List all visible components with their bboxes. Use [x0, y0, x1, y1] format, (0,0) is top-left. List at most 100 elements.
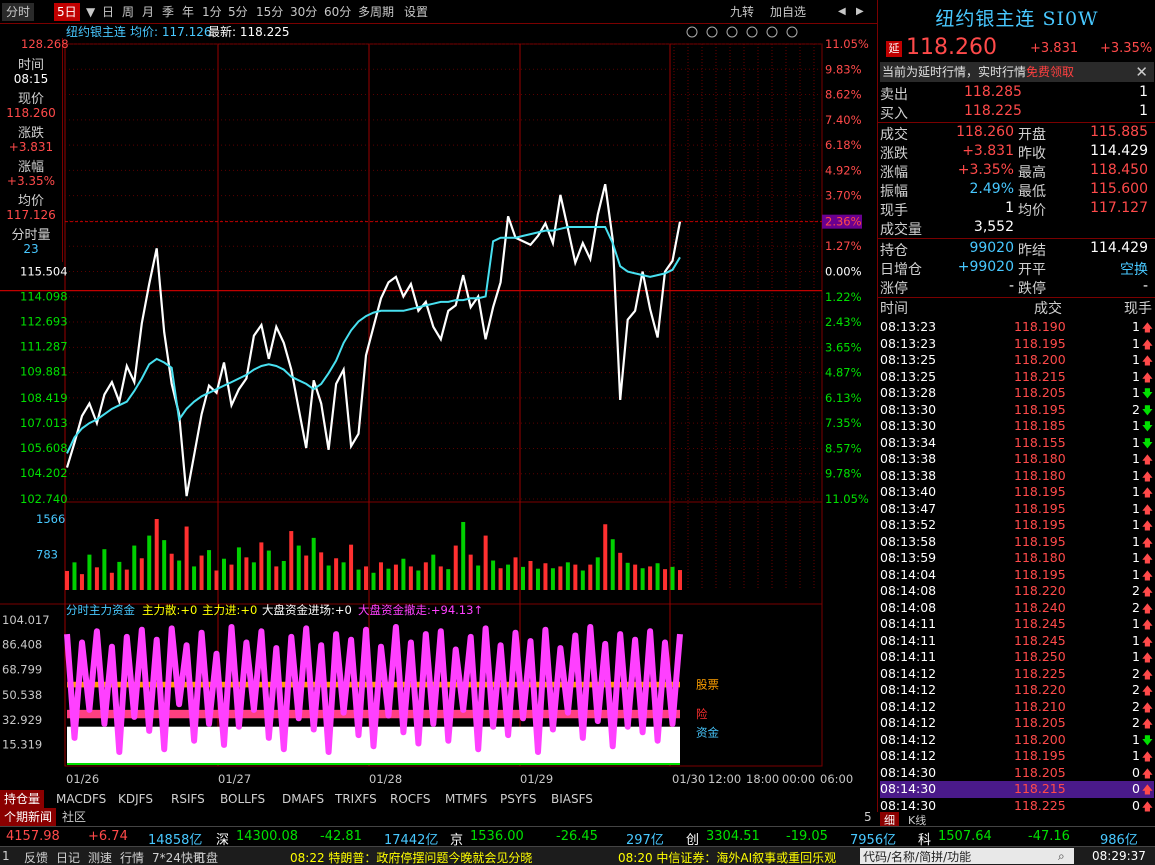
taskbar-btn-1[interactable]: 反馈: [24, 849, 48, 865]
tick-row[interactable]: 08:13:38 118.180 1 🡅: [880, 468, 1154, 485]
period-btn-11[interactable]: 30分: [290, 3, 317, 21]
period-btn-3[interactable]: 日: [102, 3, 114, 21]
tick-row[interactable]: 08:14:08 118.240 2 🡅: [880, 600, 1154, 617]
price-chart[interactable]: 纽约银主连 均价: 117.126最新: 118.225 128.268 115.50…: [0, 24, 877, 790]
toolbar-right-btn-0[interactable]: 九转: [730, 3, 754, 21]
tick-row[interactable]: 08:13:23 118.190 1 🡅: [880, 319, 1154, 336]
y-tick-right: 3.70%: [825, 189, 862, 203]
minimize-icon[interactable]: [746, 26, 758, 38]
taskbar-btn-0[interactable]: 1: [2, 849, 10, 863]
tick-row[interactable]: 08:13:40 118.195 1 🡅: [880, 484, 1154, 501]
indicator-tab-0[interactable]: 持仓量: [0, 790, 45, 808]
tick-row[interactable]: 08:13:25 118.200 1 🡅: [880, 352, 1154, 369]
period-btn-12[interactable]: 60分: [324, 3, 351, 21]
zoom-out-icon[interactable]: [786, 26, 798, 38]
taskbar-btn-6[interactable]: 盯盘: [194, 849, 218, 865]
tick-row[interactable]: 08:14:12 118.195 1 🡅: [880, 748, 1154, 765]
search-icon[interactable]: ⌕: [1058, 849, 1065, 864]
period-btn-0[interactable]: 分时: [2, 3, 35, 21]
tick-row[interactable]: 08:14:12 118.200 1 🡇: [880, 732, 1154, 749]
gear-icon[interactable]: [686, 26, 698, 38]
volume-bar: [648, 566, 653, 590]
tick-time: 08:14:12: [880, 748, 937, 763]
search-input[interactable]: 代码/名称/简拼/功能: [860, 848, 1074, 864]
taskbar-btn-3[interactable]: 测速: [88, 849, 112, 865]
tick-row[interactable]: 08:14:12 118.225 2 🡅: [880, 666, 1154, 683]
scroll-right-icon[interactable]: ▶: [856, 3, 864, 21]
tick-row[interactable]: 08:13:28 118.205 1 🡇: [880, 385, 1154, 402]
tick-row[interactable]: 08:14:08 118.220 2 🡅: [880, 583, 1154, 600]
tab-futures-news[interactable]: 个期新闻: [0, 808, 57, 826]
period-btn-9[interactable]: 5分: [228, 3, 248, 21]
tick-row[interactable]: 08:14:11 118.245 1 🡅: [880, 616, 1154, 633]
tick-row[interactable]: 08:13:47 118.195 1 🡅: [880, 501, 1154, 518]
toolbar-right-btn-1[interactable]: 加自选: [770, 3, 806, 21]
tab-community[interactable]: 社区: [62, 808, 86, 826]
close-icon[interactable]: ✕: [1135, 62, 1148, 82]
period-btn-7[interactable]: 年: [182, 3, 194, 21]
tick-qty: 1: [1132, 632, 1140, 648]
indicator-tab-8[interactable]: MTMFS: [445, 790, 487, 808]
eye-icon[interactable]: [726, 26, 738, 38]
period-btn-10[interactable]: 15分: [256, 3, 283, 21]
tick-row[interactable]: 08:13:30 118.195 2 🡇: [880, 402, 1154, 419]
tick-time: 08:14:12: [880, 698, 937, 714]
pen-icon[interactable]: [706, 26, 718, 38]
tick-row[interactable]: 08:13:23 118.195 1 🡅: [880, 336, 1154, 353]
tick-time: 08:14:12: [880, 731, 937, 747]
money-overlay-label: 股票: [696, 678, 719, 692]
tick-row[interactable]: 08:14:12 118.210 2 🡅: [880, 699, 1154, 716]
zoom-in-icon[interactable]: [766, 26, 778, 38]
quote-row: 成交 118.260 开盘 115.885: [880, 124, 1154, 143]
up-arrow-icon: 🡅: [1141, 799, 1153, 813]
period-btn-4[interactable]: 周: [122, 3, 134, 21]
tick-row[interactable]: 08:14:04 118.195 1 🡅: [880, 567, 1154, 584]
y-tick-left: 115.504: [20, 265, 68, 279]
tick-row[interactable]: 08:14:11 118.245 1 🡅: [880, 633, 1154, 650]
period-btn-13[interactable]: 多周期: [358, 3, 394, 21]
period-btn-1[interactable]: 5日: [54, 3, 80, 21]
market-status-bar: 4157.98 +6.74 14858亿深 14300.08 -42.81 17442亿京…: [0, 826, 1155, 848]
tick-time: 08:14:11: [880, 616, 937, 631]
period-btn-14[interactable]: 设置: [404, 3, 428, 21]
tick-row[interactable]: 08:14:12 118.205 2 🡅: [880, 715, 1154, 732]
free-trial-link[interactable]: 免费领取: [1026, 65, 1074, 79]
period-btn-2[interactable]: ▼: [86, 3, 95, 21]
volume-bar: [461, 521, 466, 590]
taskbar-btn-2[interactable]: 日记: [56, 849, 80, 865]
indicator-tab-3[interactable]: RSIFS: [171, 790, 205, 808]
tick-row[interactable]: 08:13:38 118.180 1 🡅: [880, 451, 1154, 468]
indicator-tab-2[interactable]: KDJFS: [118, 790, 153, 808]
tick-row[interactable]: 08:13:34 118.155 1 🡇: [880, 435, 1154, 452]
indicator-tab-5[interactable]: DMAFS: [282, 790, 324, 808]
tick-row[interactable]: 08:13:25 118.215 1 🡅: [880, 369, 1154, 386]
tick-row[interactable]: 08:14:12 118.220 2 🡅: [880, 682, 1154, 699]
tick-price: 118.180: [1014, 467, 1066, 483]
news-ticker-1[interactable]: 08:22 特朗普：政府停摆问题今晚就会见分晓: [290, 849, 532, 865]
scroll-left-icon[interactable]: ◀: [838, 3, 846, 21]
period-btn-5[interactable]: 月: [142, 3, 154, 21]
tick-row[interactable]: 08:13:58 118.195 1 🡅: [880, 534, 1154, 551]
indicator-tab-4[interactable]: BOLLFS: [220, 790, 265, 808]
period-btn-8[interactable]: 1分: [202, 3, 222, 21]
tick-row[interactable]: 08:14:11 118.250 1 🡅: [880, 649, 1154, 666]
volume-bar: [453, 545, 458, 590]
volume-label: 成交量: [880, 222, 922, 238]
tick-qty: 1: [1132, 319, 1140, 334]
indicator-tab-9[interactable]: PSYFS: [500, 790, 537, 808]
tick-price: 118.195: [1014, 533, 1066, 549]
tick-row[interactable]: 08:13:30 118.185 1 🡇: [880, 418, 1154, 435]
tick-row[interactable]: 08:14:30 118.215 0 🡅: [880, 781, 1154, 798]
tick-row[interactable]: 08:14:30 118.205 0 🡅: [880, 765, 1154, 782]
indicator-tab-6[interactable]: TRIXFS: [335, 790, 377, 808]
indicator-tab-7[interactable]: ROCFS: [390, 790, 430, 808]
tick-row[interactable]: 08:13:52 118.195 1 🡅: [880, 517, 1154, 534]
taskbar-btn-4[interactable]: 行情: [120, 849, 144, 865]
period-btn-6[interactable]: 季: [162, 3, 174, 21]
indicator-tab-1[interactable]: MACDFS: [56, 790, 106, 808]
indicator-tab-10[interactable]: BIASFS: [551, 790, 593, 808]
tick-time: 08:13:25: [880, 352, 937, 367]
panel-page-number[interactable]: 5: [864, 808, 872, 826]
news-ticker-2[interactable]: 08:20 中信证券：海外AI叙事或重回乐观: [618, 849, 858, 865]
tick-row[interactable]: 08:13:59 118.180 1 🡅: [880, 550, 1154, 567]
